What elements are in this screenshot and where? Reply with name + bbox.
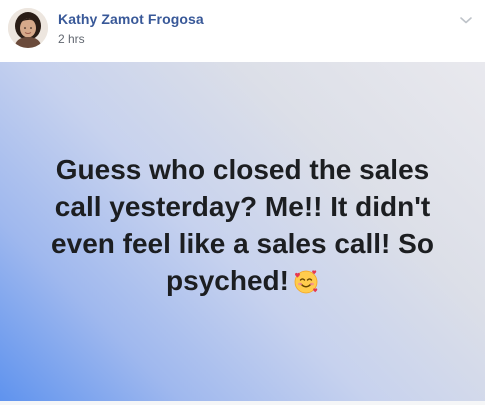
post-footer-divider (0, 401, 485, 405)
post-text: Guess who closed the sales call yesterda… (43, 151, 443, 304)
feed-post: Kathy Zamot Frogosa 2 hrs Guess who clos… (0, 0, 485, 405)
post-header: Kathy Zamot Frogosa 2 hrs (0, 0, 485, 62)
author-name-link[interactable]: Kathy Zamot Frogosa (58, 11, 204, 27)
post-timestamp[interactable]: 2 hrs (58, 32, 85, 46)
avatar[interactable] (8, 8, 48, 48)
chevron-down-icon[interactable] (459, 12, 473, 24)
post-background-card: Guess who closed the sales call yesterda… (0, 62, 485, 401)
post-text-content: Guess who closed the sales call yesterda… (51, 154, 434, 296)
smiling-face-with-hearts-icon (293, 267, 319, 304)
avatar-image (8, 8, 48, 48)
